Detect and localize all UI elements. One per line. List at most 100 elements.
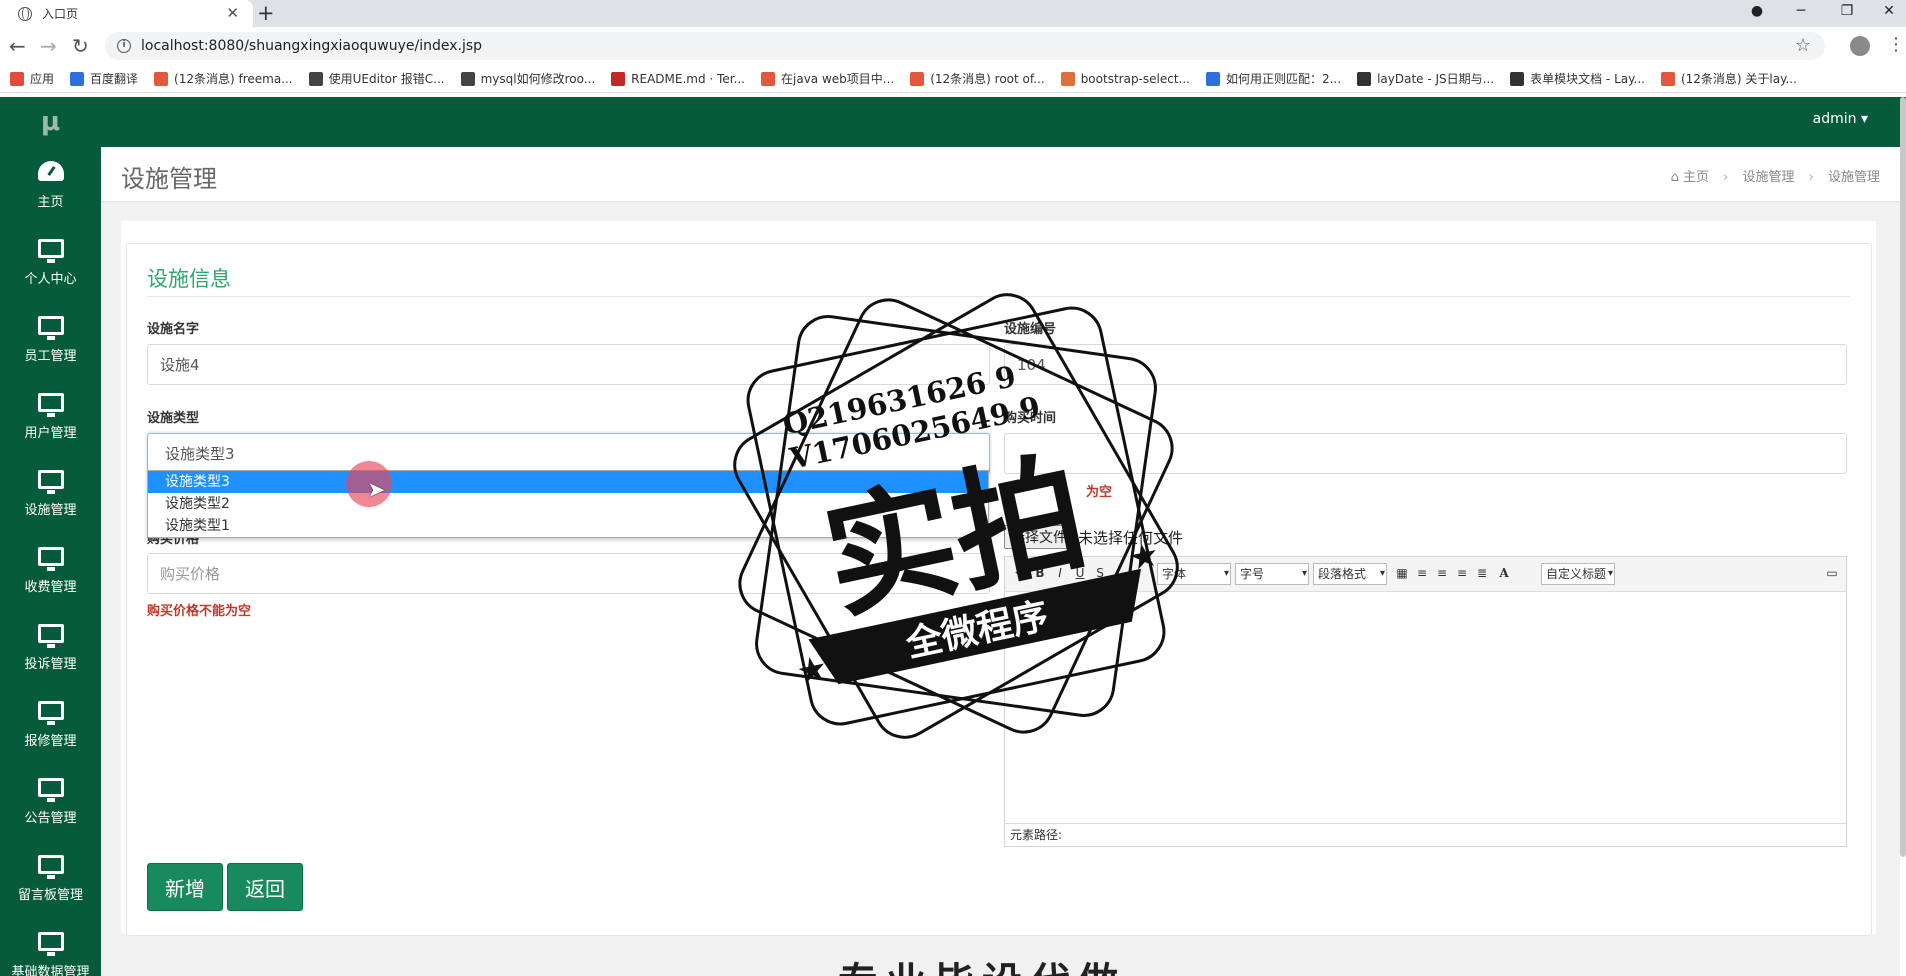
bookmark-favicon-icon [154,71,169,86]
browser-menu-icon[interactable]: ⋮ [1887,34,1905,55]
browser-tab[interactable]: 入口页 ✕ [0,0,253,27]
rich-text-editor[interactable]: ↶ B I U S 字体 字号 段落格式 ▦ ≡ ≡ ≡ ≣ A 自定义标题 ▭… [1004,556,1847,847]
monitor-icon [37,546,64,571]
italic-icon[interactable]: I [1053,566,1067,580]
editor-body[interactable] [1005,592,1846,824]
monitor-icon [37,931,64,956]
restore-icon[interactable]: ❐ [1824,0,1870,22]
bookmark-favicon-icon [10,71,24,86]
sidebar-item[interactable]: 员工管理 [0,301,101,378]
sidebar-item[interactable]: 投诉管理 [0,609,101,686]
bookmark-item[interactable]: (12条消息) 关于lay... [1660,70,1797,87]
sidebar-item[interactable]: 用户管理 [0,378,101,455]
sidebar-item[interactable]: 收费管理 [0,532,101,609]
back-button[interactable]: 返回 [227,863,303,911]
bookmark-item[interactable]: (12条消息) root of... [910,70,1045,87]
underline-icon[interactable]: U [1073,566,1087,580]
bookmark-label: 使用UEditor 报错C... [328,72,445,86]
add-button[interactable]: 新增 [147,863,223,911]
close-window-icon[interactable]: ✕ [1866,0,1906,22]
bookmark-label: 在java web项目中... [781,72,895,86]
bold-icon[interactable]: B [1033,566,1047,580]
code-input[interactable]: 104 [1004,344,1847,385]
bookmark-label: (12条消息) 关于lay... [1680,72,1797,86]
bookmark-item[interactable]: 应用 [10,70,54,87]
bookmark-item[interactable]: 百度翻译 [70,70,138,87]
bookmark-item[interactable]: 使用UEditor 报错C... [308,70,445,87]
buy-time-error: 为空 [1086,485,1113,500]
bookmark-favicon-icon [1660,71,1675,86]
type-option[interactable]: 设施类型2 [148,493,988,515]
paragraph-format-select[interactable]: 段落格式 [1313,563,1387,585]
sidebar-item[interactable]: 公告管理 [0,763,101,840]
font-size-select[interactable]: 字号 [1235,563,1309,585]
bookmark-label: layDate - JS日期与... [1377,72,1495,86]
breadcrumb-module[interactable]: 设施管理 [1742,170,1794,185]
minimize-icon[interactable]: ─ [1778,0,1824,22]
sidebar-item[interactable]: 留言板管理 [0,840,101,917]
bookmark-star-icon[interactable]: ☆ [1795,35,1811,56]
mouse-cursor-icon: ➤ [367,478,386,503]
file-upload-row: 选择文件 未选择任何文件 [1004,525,1183,549]
font-color-icon[interactable]: A [1497,566,1511,580]
sidebar-item[interactable]: 基础数据管理 [0,917,101,976]
monitor-icon [37,700,64,725]
back-arrow-icon[interactable]: ← [9,34,26,58]
user-menu[interactable]: admin ▾ [1813,111,1868,127]
choose-file-button[interactable]: 选择文件 [1004,525,1074,549]
sidebar-item[interactable]: 设施管理 [0,455,101,532]
watermark-bottom-text: 专业毕设代做 [838,950,1126,976]
file-status: 未选择任何文件 [1078,528,1184,547]
bookmark-item[interactable]: layDate - JS日期与... [1357,70,1494,87]
strikethrough-icon[interactable]: S [1093,566,1107,580]
bookmark-item[interactable]: README.md · Ter... [611,71,745,86]
app-logo: μ [40,107,61,137]
bookmark-favicon-icon [1510,71,1525,86]
fullscreen-icon[interactable]: ▭ [1825,566,1839,580]
name-input[interactable]: 设施4 [147,344,990,385]
monitor-icon [37,777,64,802]
type-select[interactable]: 设施类型3 [147,433,990,474]
align-right-icon[interactable]: ≡ [1435,566,1449,580]
monitor-icon [37,392,64,417]
custom-title-select[interactable]: 自定义标题 [1541,563,1615,585]
tab-close-icon[interactable]: ✕ [226,4,239,22]
breadcrumb-separator-icon: › [1723,170,1729,185]
bookmark-item[interactable]: 表单模块文档 - Lay... [1510,70,1645,87]
price-input[interactable]: 购买价格 [147,553,990,594]
breadcrumb-home[interactable]: 主页 [1683,170,1709,185]
bookmark-favicon-icon [761,71,775,86]
bookmark-favicon-icon [611,71,626,86]
tab-search-icon[interactable]: ● [1734,0,1780,22]
bookmark-label: (12条消息) root of... [930,72,1045,86]
table-icon[interactable]: ▦ [1395,566,1409,580]
undo-icon[interactable]: ↶ [1013,566,1027,580]
bookmark-label: 百度翻译 [90,72,139,86]
type-option[interactable]: 设施类型1 [148,515,988,537]
bookmark-item[interactable]: mysql如何修改roo... [460,70,595,87]
site-info-icon[interactable]: i [117,39,131,53]
reload-icon[interactable]: ↻ [72,34,89,58]
bookmark-item[interactable]: 在java web项目中... [761,70,894,87]
font-family-select[interactable]: 字体 [1157,563,1231,585]
page-scrollbar[interactable] [1900,97,1906,857]
bookmark-item[interactable]: bootstrap-select... [1060,71,1190,86]
monitor-icon [37,623,64,648]
sidebar-item[interactable]: 报修管理 [0,686,101,763]
buy-time-input[interactable] [1004,433,1847,474]
new-tab-button[interactable]: + [257,1,275,25]
align-justify-icon[interactable]: ≣ [1475,566,1489,580]
bookmark-item[interactable]: 如何用正则匹配：2... [1205,70,1341,87]
align-left-icon[interactable]: ≡ [1415,566,1429,580]
align-center-icon[interactable]: ≡ [1455,566,1469,580]
type-option[interactable]: 设施类型3 [148,471,988,493]
url-bar[interactable]: i localhost:8080/shuangxingxiaoquwuye/in… [105,32,1825,60]
monitor-icon [37,315,64,340]
forward-arrow-icon[interactable]: → [40,34,57,58]
profile-avatar-icon[interactable] [1850,36,1870,56]
sidebar-item-label: 基础数据管理 [11,964,90,976]
sidebar-item[interactable]: 个人中心 [0,224,101,301]
bookmark-item[interactable]: (12条消息) freema... [154,70,293,87]
sidebar-item[interactable]: 主页 [0,147,101,224]
sidebar-item-label: 收费管理 [24,579,77,595]
